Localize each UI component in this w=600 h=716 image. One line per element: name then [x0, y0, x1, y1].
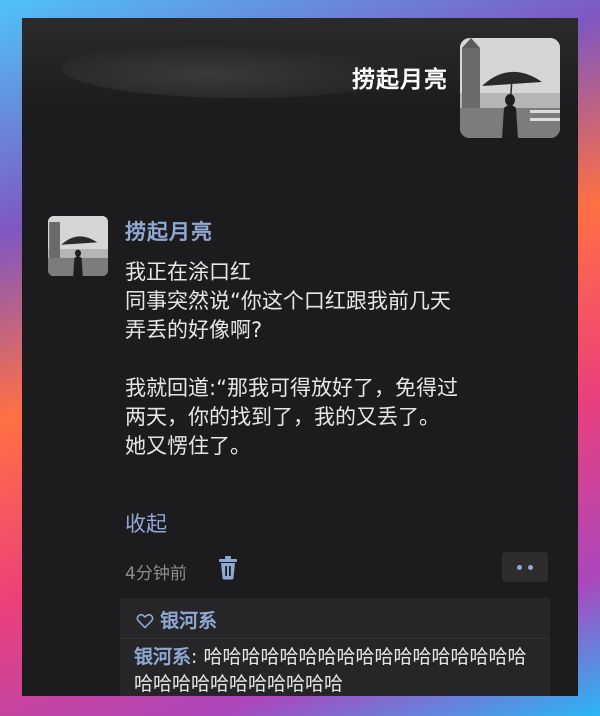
post-line-blank — [125, 345, 565, 374]
comments-panel: 银河系 银河系: 哈哈哈哈哈哈哈哈哈哈哈哈哈哈哈哈哈哈哈哈哈哈哈哈哈哈哈哈 — [120, 598, 550, 696]
post-time: 4分钟前 — [125, 564, 187, 584]
more-dots-icon[interactable] — [502, 552, 548, 582]
divider — [120, 638, 550, 639]
like-user[interactable]: 银河系 — [160, 610, 217, 632]
trash-icon[interactable] — [218, 556, 238, 580]
comment-author[interactable]: 银河系 — [134, 646, 191, 668]
comment-item[interactable]: 银河系: 哈哈哈哈哈哈哈哈哈哈哈哈哈哈哈哈哈哈哈哈哈哈哈哈哈哈哈哈 — [134, 644, 544, 696]
dot — [517, 565, 522, 570]
heart-icon — [136, 613, 154, 629]
post-line: 我就回道:“那我可得放好了，免得过 — [125, 376, 458, 400]
post-username[interactable]: 捞起月亮 — [125, 216, 213, 246]
post-line: 两天，你的找到了，我的又丢了。 — [125, 405, 440, 429]
post-avatar[interactable] — [48, 216, 108, 276]
collapse-link[interactable]: 收起 — [125, 508, 167, 538]
profile-name[interactable]: 捞起月亮 — [352, 60, 448, 94]
profile-avatar[interactable] — [460, 38, 560, 138]
moments-feed: 捞起月亮 捞起月亮 我正在涂口红 同事突然说“你这个口红跟我前几天 弄丢的好像啊… — [22, 18, 578, 696]
post-line: 我正在涂口红 — [125, 260, 251, 284]
comment-separator: : — [191, 646, 204, 668]
likes-row: 银河系 — [136, 606, 217, 633]
post-line: 弄丢的好像啊? — [125, 318, 263, 342]
dot — [528, 565, 533, 570]
post-line: 同事突然说“你这个口红跟我前几天 — [125, 289, 451, 313]
post-body: 我正在涂口红 同事突然说“你这个口红跟我前几天 弄丢的好像啊? 我就回道:“那我… — [125, 258, 565, 461]
post-line: 她又愣住了。 — [125, 434, 251, 458]
